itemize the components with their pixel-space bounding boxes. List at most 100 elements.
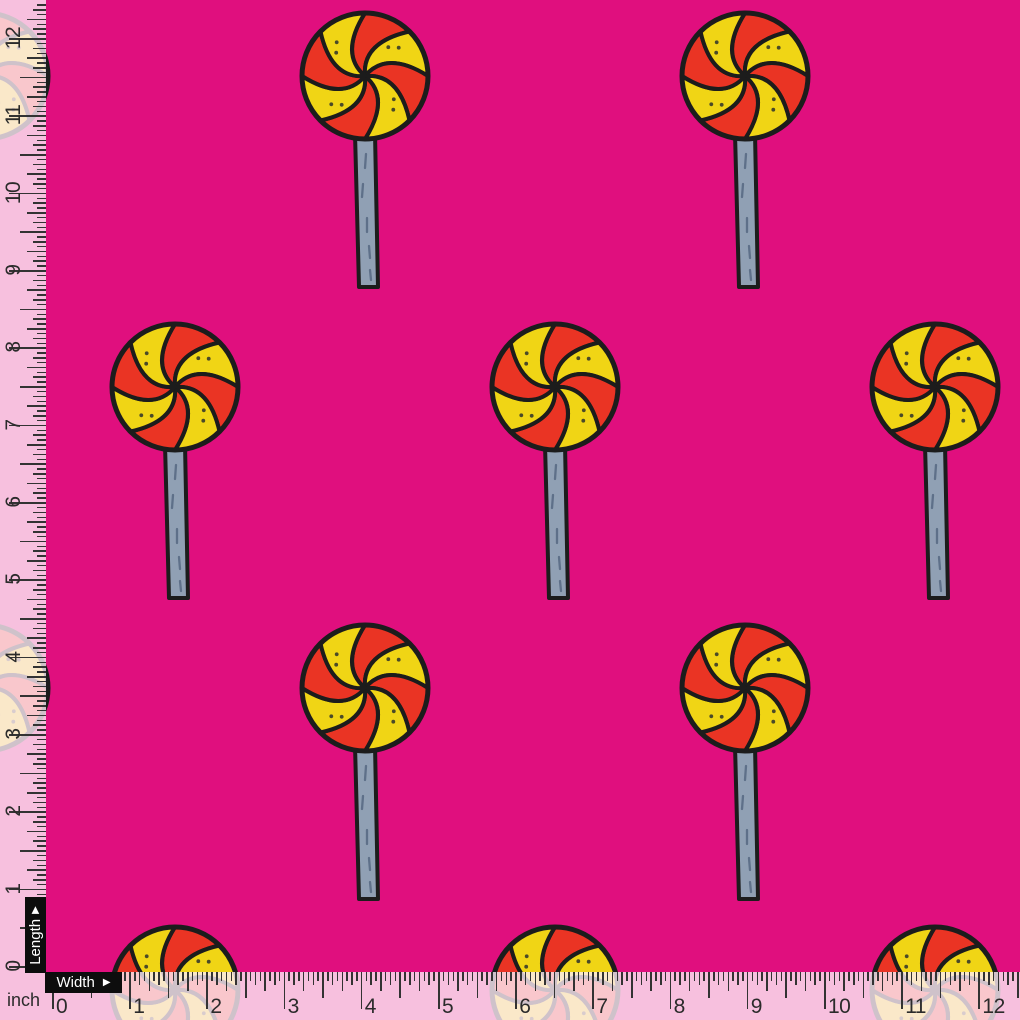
width-ruler-tick (810, 972, 812, 981)
length-ruler-tick (27, 483, 46, 485)
width-ruler-tick (356, 972, 358, 981)
length-ruler-tick (33, 550, 46, 552)
width-ruler-tick (235, 972, 237, 985)
width-ruler-tick (694, 972, 696, 981)
width-ruler-number: 3 (288, 996, 299, 1017)
width-ruler-tick (177, 972, 179, 985)
width-ruler-tick (308, 972, 310, 981)
width-ruler-tick (173, 972, 175, 981)
width-ruler-tick (887, 972, 889, 981)
width-ruler-tick (728, 972, 730, 991)
length-ruler-tick (37, 797, 46, 799)
length-ruler-tick (37, 613, 46, 615)
width-ruler-tick (650, 972, 652, 991)
length-ruler-tick (37, 217, 46, 219)
lollipop-motif (293, 4, 437, 296)
length-ruler-tick (33, 260, 46, 262)
length-ruler-tick (33, 512, 46, 514)
length-ruler-tick (33, 763, 46, 765)
width-ruler-tick (713, 972, 715, 981)
length-ruler-tick (37, 256, 46, 258)
width-ruler-tick (925, 972, 927, 981)
width-ruler-tick (752, 972, 754, 981)
length-ruler-tick (33, 628, 46, 630)
length-ruler-tick (33, 106, 46, 108)
length-ruler-tick (37, 555, 46, 557)
length-ruler-number: 11 (2, 100, 24, 130)
width-ruler-tick (795, 972, 797, 985)
length-ruler-tick (37, 749, 46, 751)
width-ruler-tick (911, 972, 913, 985)
width-ruler-tick (375, 972, 377, 981)
width-ruler-tick (646, 972, 648, 981)
width-ruler-tick (477, 972, 479, 998)
length-ruler-tick (37, 101, 46, 103)
width-ruler-tick (824, 972, 826, 1009)
length-ruler-tick (33, 531, 46, 533)
length-ruler-tick (37, 169, 46, 171)
length-ruler-tick (37, 816, 46, 818)
lollipop-motif (673, 616, 817, 908)
length-ruler-tick (27, 715, 46, 717)
length-ruler-tick (27, 521, 46, 523)
width-ruler-tick (974, 972, 976, 981)
length-arrow-icon: ▶ (31, 906, 41, 914)
length-ruler-tick (33, 724, 46, 726)
length-ruler-tick (27, 753, 46, 755)
width-ruler-tick (153, 972, 155, 981)
width-ruler-tick (539, 972, 541, 981)
length-ruler-tick (37, 120, 46, 122)
width-ruler-tick (544, 972, 546, 985)
width-ruler-tick (834, 972, 836, 985)
length-ruler-tick (27, 676, 46, 678)
length-ruler-tick (37, 488, 46, 490)
length-ruler-tick (37, 729, 46, 731)
length-ruler-tick (37, 459, 46, 461)
width-ruler-tick (129, 972, 131, 1009)
length-ruler-tick (37, 758, 46, 760)
length-ruler-tick (37, 362, 46, 364)
length-ruler-tick (33, 492, 46, 494)
width-ruler-tick (496, 972, 498, 991)
width-ruler-tick (940, 972, 942, 998)
length-ruler-tick (37, 430, 46, 432)
length-ruler-tick (37, 700, 46, 702)
width-ruler-tick (969, 972, 971, 985)
width-ruler-tick (245, 972, 247, 998)
width-ruler-tick (370, 972, 372, 985)
length-ruler-tick (27, 444, 46, 446)
length-ruler-tick (20, 695, 46, 697)
width-ruler-tick (776, 972, 778, 985)
length-ruler-tick (27, 637, 46, 639)
width-arrow-icon: ▶ (103, 978, 111, 988)
width-ruler-tick (530, 972, 532, 981)
length-ruler-tick (37, 874, 46, 876)
length-ruler-tick (37, 294, 46, 296)
length-ruler-tick (37, 246, 46, 248)
length-ruler-tick (33, 241, 46, 243)
fabric-swatch: 0123456789101112 0123456789101112 Length… (0, 0, 1020, 1020)
length-ruler-tick (37, 478, 46, 480)
length-ruler-tick (37, 691, 46, 693)
width-ruler-tick (684, 972, 686, 981)
length-ruler-tick (33, 589, 46, 591)
length-ruler-tick (20, 463, 46, 465)
length-ruler-tick (33, 164, 46, 166)
length-ruler-tick (37, 720, 46, 722)
width-ruler-tick (921, 972, 923, 991)
length-ruler-tick (33, 28, 46, 30)
length-ruler-tick (33, 686, 46, 688)
length-ruler-tick (33, 647, 46, 649)
width-ruler-tick (597, 972, 599, 981)
lollipop-motif (293, 616, 437, 908)
width-ruler-tick (515, 972, 517, 1009)
width-ruler-tick (892, 972, 894, 985)
length-ruler-tick (37, 420, 46, 422)
length-ruler-tick (20, 850, 46, 852)
length-ruler-tick (37, 787, 46, 789)
length-ruler-tick (33, 396, 46, 398)
width-ruler-tick (983, 972, 985, 981)
width-ruler-tick (592, 972, 594, 1009)
length-ruler-tick (20, 386, 46, 388)
width-ruler-tick (216, 972, 218, 985)
